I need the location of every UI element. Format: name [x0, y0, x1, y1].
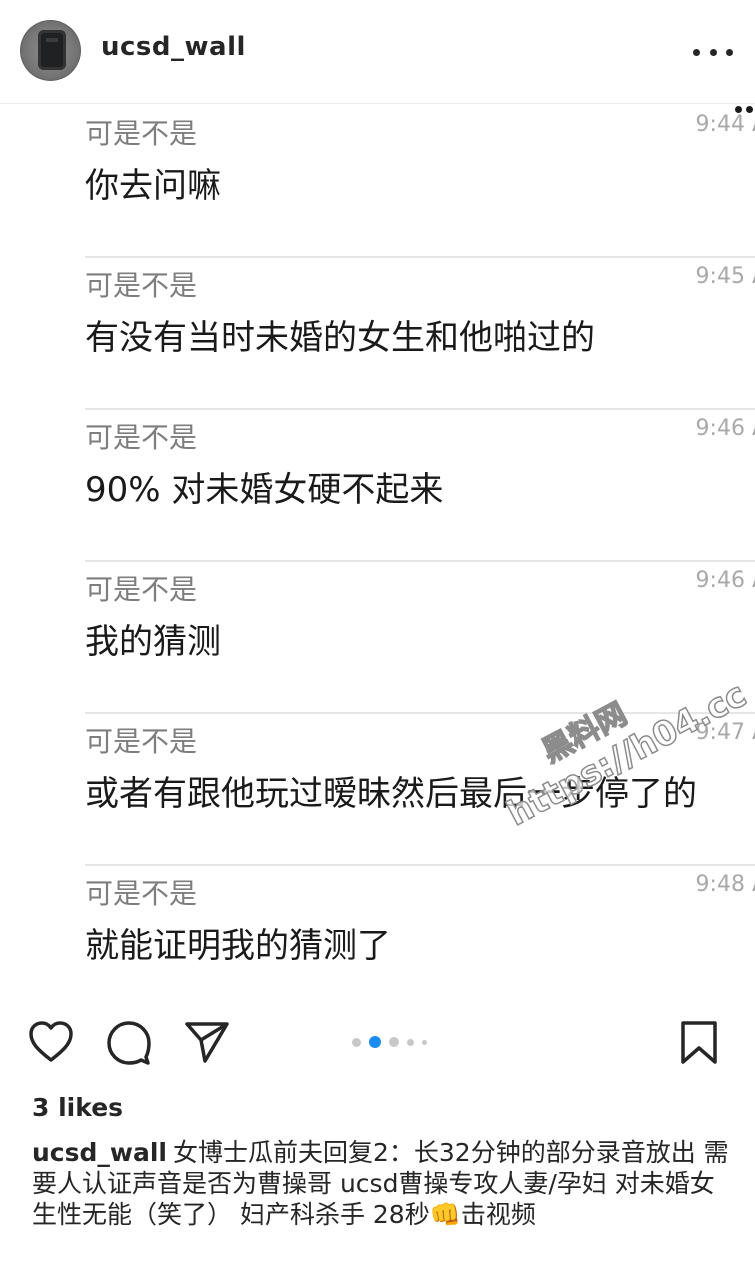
carousel-indicator: [352, 1036, 427, 1048]
comment-icon[interactable]: [106, 1020, 152, 1066]
message-time: 9:46 A: [695, 416, 755, 441]
message-text: 有没有当时未婚的女生和他啪过的: [85, 318, 595, 358]
post-image-chat: 可是不是 9:44 A 你去问嘛 可是不是 9:45 A 有没有当时未婚的女生和…: [0, 104, 755, 994]
action-bar: [0, 1020, 755, 1080]
message-sender: 可是不是: [85, 269, 198, 302]
carousel-dot: [407, 1038, 414, 1046]
carousel-dot-active: [369, 1036, 381, 1048]
message-text: 90% 对未婚女硬不起来: [85, 470, 444, 510]
message-sender: 可是不是: [85, 877, 198, 910]
carousel-dot: [422, 1039, 427, 1045]
avatar-image: [38, 30, 66, 70]
post-header: ucsd_wall: [0, 0, 755, 104]
message-time: 9:46 A: [695, 568, 755, 593]
message-sender: 可是不是: [85, 573, 198, 606]
carousel-dot: [389, 1037, 399, 1047]
bookmark-icon[interactable]: [680, 1020, 718, 1066]
message-sender: 可是不是: [85, 725, 198, 758]
message-time: 9:48 A: [695, 872, 755, 897]
username[interactable]: ucsd_wall: [101, 32, 246, 62]
heart-icon[interactable]: [28, 1020, 74, 1064]
message-text: 就能证明我的猜测了: [85, 926, 391, 966]
post-caption: ucsd_wall 女博士瓜前夫回复2：长32分钟的部分录音放出 需要人认证声音是…: [32, 1137, 732, 1230]
message-time: 9:44 A: [695, 112, 755, 137]
avatar[interactable]: [20, 20, 81, 81]
message-sender: 可是不是: [85, 421, 198, 454]
send-icon[interactable]: [184, 1020, 230, 1064]
chat-message: 可是不是 9:44 A 你去问嘛: [85, 104, 755, 258]
chat-message: 可是不是 9:45 A 有没有当时未婚的女生和他啪过的: [85, 256, 755, 410]
chat-message: 可是不是 9:48 A 就能证明我的猜测了: [85, 864, 755, 994]
caption-username[interactable]: ucsd_wall: [32, 1138, 167, 1167]
message-text: 我的猜测: [85, 622, 221, 662]
chat-message: 可是不是 9:46 A 90% 对未婚女硬不起来: [85, 408, 755, 562]
more-horizontal-icon[interactable]: [693, 38, 733, 66]
message-time: 9:45 A: [695, 264, 755, 289]
message-sender: 可是不是: [85, 117, 198, 150]
likes-count[interactable]: 3 likes: [32, 1093, 123, 1122]
carousel-dot: [352, 1037, 361, 1047]
message-text: 你去问嘛: [85, 166, 221, 206]
